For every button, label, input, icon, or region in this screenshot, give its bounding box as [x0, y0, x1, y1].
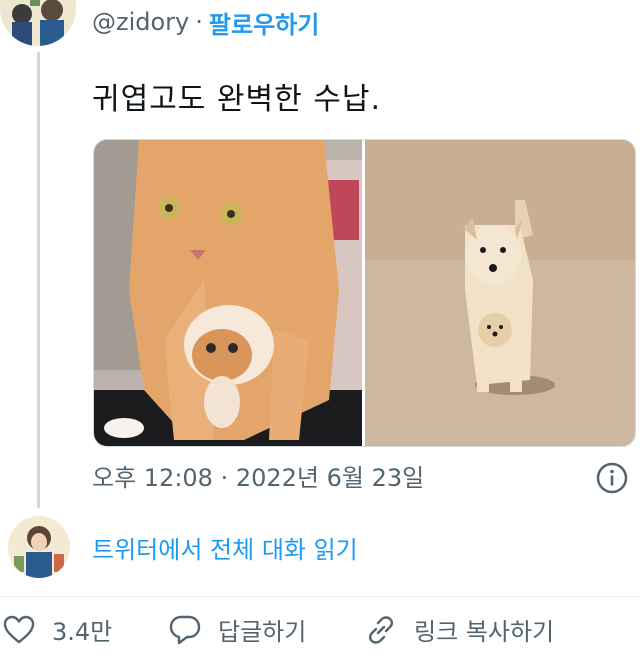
reply-label: 답글하기	[218, 618, 307, 646]
copy-link-button[interactable]: 링크 복사하기	[364, 612, 554, 647]
tweet-timestamp[interactable]: 오후 12:08 · 2022년 6월 23일	[92, 458, 424, 493]
avatar-illustration	[8, 516, 70, 578]
read-full-thread-link[interactable]: 트위터에서 전체 대화 읽기	[92, 530, 358, 565]
avatar[interactable]	[0, 0, 76, 46]
like-count: 3.4만	[52, 618, 113, 646]
speech-bubble-icon	[169, 615, 201, 644]
avatar[interactable]	[8, 516, 70, 578]
link-icon	[368, 615, 394, 644]
media-grid	[93, 139, 636, 447]
thread-connector-line	[37, 52, 40, 508]
separator: ·	[195, 8, 203, 36]
avatar-illustration	[0, 0, 76, 46]
tweet-header: @zidory · 팔로우하기	[92, 0, 319, 44]
cat-photo[interactable]	[94, 140, 362, 446]
reply-button[interactable]: 답글하기	[168, 612, 306, 647]
like-button[interactable]: 3.4만	[2, 612, 112, 647]
dog-photo[interactable]	[365, 140, 635, 446]
action-bar: 3.4만 답글하기 링크 복사하기	[0, 604, 640, 656]
heart-icon	[3, 615, 35, 643]
follow-button[interactable]: 팔로우하기	[209, 5, 319, 40]
tweet-text: 귀엽고도 완벽한 수납.	[92, 82, 382, 117]
copy-link-label: 링크 복사하기	[414, 618, 555, 646]
info-icon[interactable]	[596, 462, 628, 494]
divider	[0, 596, 640, 597]
user-handle[interactable]: @zidory	[92, 8, 189, 36]
